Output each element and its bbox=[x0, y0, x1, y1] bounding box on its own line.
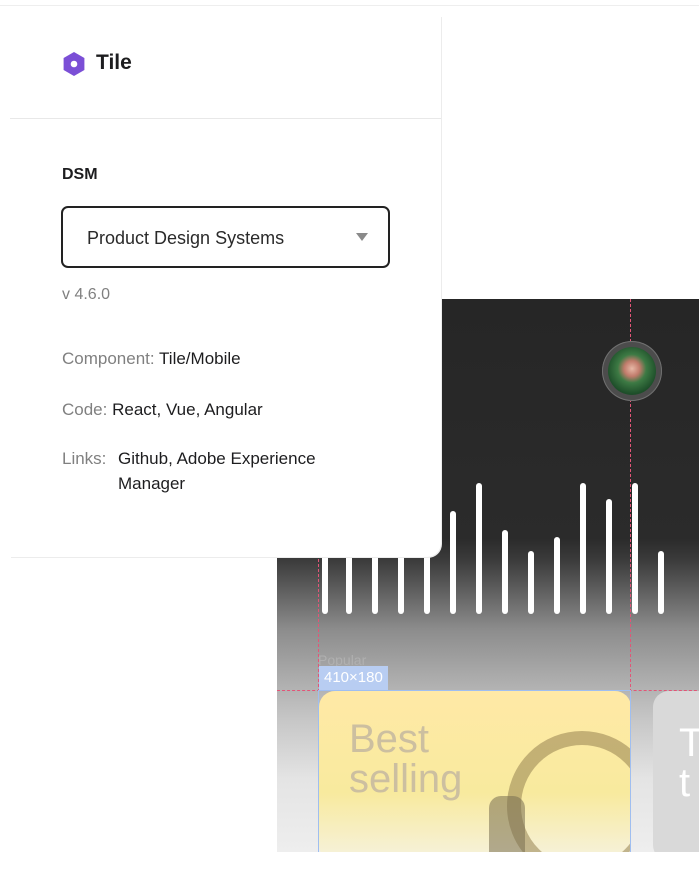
component-value: Tile/Mobile bbox=[159, 349, 241, 368]
waveform-bar bbox=[554, 537, 560, 614]
hexagon-logo-icon bbox=[63, 52, 85, 76]
caret-down-icon bbox=[356, 233, 368, 241]
avatar[interactable] bbox=[602, 341, 662, 401]
waveform-bar bbox=[476, 483, 482, 614]
avatar-photo bbox=[608, 347, 656, 395]
code-key: Code: bbox=[62, 400, 108, 419]
selection-frame bbox=[318, 690, 631, 852]
app-title: Tile bbox=[96, 51, 132, 74]
waveform-bar bbox=[502, 530, 508, 614]
component-row: Component: Tile/Mobile bbox=[62, 346, 241, 371]
dsm-select-value: Product Design Systems bbox=[87, 228, 285, 248]
top-divider bbox=[0, 5, 699, 6]
code-row: Code: React, Vue, Angular bbox=[62, 397, 263, 422]
version-text: v 4.6.0 bbox=[62, 286, 111, 303]
waveform-bar bbox=[424, 549, 430, 614]
panel-header: Tile bbox=[10, 16, 441, 119]
links-value[interactable]: Github, Adobe Experience Manager bbox=[118, 446, 358, 496]
waveform-bar bbox=[450, 511, 456, 614]
info-panel: Tile DSM Product Design Systems v 4.6.0 … bbox=[10, 16, 441, 557]
dimension-label: 410×180 bbox=[319, 666, 388, 690]
waveform-bar bbox=[658, 551, 664, 614]
waveform-bar bbox=[398, 549, 404, 614]
links-row: Links: Github, Adobe Experience Manager bbox=[62, 446, 362, 493]
tile-card-next-title: Tt bbox=[679, 721, 699, 805]
dsm-label: DSM bbox=[62, 166, 98, 183]
links-key: Links: bbox=[62, 449, 107, 468]
component-key: Component: bbox=[62, 349, 155, 368]
waveform-bar bbox=[372, 549, 378, 614]
waveform-bar bbox=[528, 551, 534, 614]
bottom-strip bbox=[0, 852, 699, 870]
waveform-bar bbox=[580, 483, 586, 614]
waveform-bar bbox=[322, 549, 328, 614]
waveform-bar bbox=[606, 499, 612, 614]
dsm-select[interactable]: Product Design Systems bbox=[61, 206, 390, 268]
waveform-bar bbox=[632, 483, 638, 614]
code-value: React, Vue, Angular bbox=[112, 400, 263, 419]
waveform-bar bbox=[346, 549, 352, 614]
